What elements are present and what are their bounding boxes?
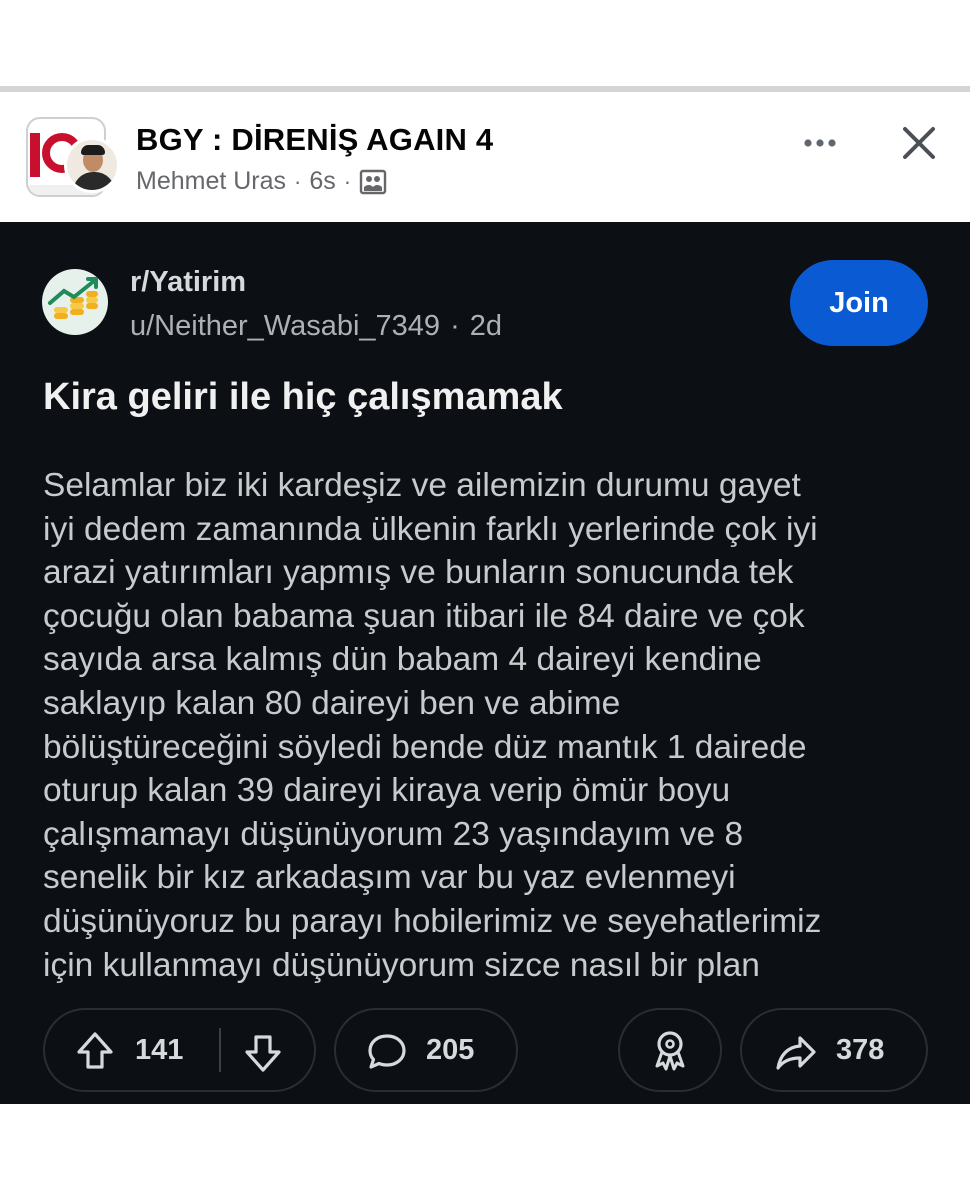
downvote-icon[interactable] — [243, 1032, 283, 1074]
award-icon — [655, 1031, 685, 1071]
join-button[interactable]: Join — [790, 260, 928, 346]
reddit-post-card: r/Yatirim u/Neither_Wasabi_7349 · 2d Joi… — [0, 222, 970, 1104]
subreddit-name[interactable]: r/Yatirim — [130, 266, 246, 299]
vote-control: 141 — [43, 1008, 316, 1092]
post-body-line: oturup kalan 39 daireyi kiraya verip ömü… — [43, 772, 731, 810]
post-body-line: Selamlar biz iki kardeşiz ve ailemizin d… — [43, 467, 801, 504]
share-icon — [776, 1036, 816, 1070]
story-author[interactable]: Mehmet Uras — [136, 167, 286, 196]
meta-separator: · — [450, 310, 460, 342]
story-avatar-group[interactable] — [26, 117, 122, 197]
story-header: BGY : DİRENİŞ AGAIN 4 Mehmet Uras · 6s · — [0, 92, 970, 220]
share-button[interactable]: 378 — [740, 1008, 928, 1092]
more-options-icon[interactable] — [800, 128, 840, 158]
post-meta: u/Neither_Wasabi_7349 · 2d — [130, 310, 502, 343]
post-body-line: çocuğu olan babama şuan itibari ile 84 d… — [43, 597, 805, 635]
post-body-line: çalışmamayı düşünüyorum 23 yaşındayım ve… — [43, 815, 744, 853]
gallery-icon — [359, 169, 387, 194]
page: BGY : DİRENİŞ AGAIN 4 Mehmet Uras · 6s · — [0, 0, 970, 1200]
story-meta: Mehmet Uras · 6s · — [136, 167, 387, 196]
comments-button[interactable]: 205 — [334, 1008, 518, 1092]
user-avatar — [64, 137, 120, 193]
post-title[interactable]: Kira geliri ile hiç çalışmamak — [43, 376, 563, 419]
vote-divider — [219, 1028, 221, 1072]
upvote-icon[interactable] — [75, 1030, 115, 1072]
upvote-count: 141 — [135, 1034, 184, 1066]
post-body-line: düşünüyoruz bu parayı hobilerimiz ve sey… — [43, 902, 822, 940]
meta-separator: · — [343, 168, 352, 194]
post-body: Selamlar biz iki kardeşiz ve ailemizin d… — [43, 464, 933, 987]
post-body-line: saklayıp kalan 80 daireyi ben ve abime — [43, 684, 621, 722]
post-body-line: senelik bir kız arkadaşım var bu yaz evl… — [43, 859, 736, 897]
comment-icon — [368, 1034, 406, 1069]
post-body-line: sayıda arsa kalmış dün babam 4 daireyi k… — [43, 641, 762, 679]
comment-count: 205 — [426, 1034, 475, 1066]
post-age: 2d — [469, 310, 503, 342]
post-username[interactable]: u/Neither_Wasabi_7349 — [130, 310, 440, 343]
story-title[interactable]: BGY : DİRENİŞ AGAIN 4 — [136, 122, 493, 158]
subreddit-avatar[interactable] — [42, 269, 108, 335]
close-icon[interactable] — [898, 122, 940, 164]
post-body-line: için kullanmayı düşünüyorum sizce nasıl … — [43, 946, 760, 984]
post-body-line: arazi yatırımları yapmış ve bunların son… — [43, 554, 794, 592]
story-time: 6s — [309, 167, 336, 195]
share-count: 378 — [836, 1034, 885, 1066]
meta-separator: · — [294, 168, 302, 194]
stocks-icon — [48, 277, 98, 319]
post-body-line: bölüştüreceğini söyledi bende düz mantık… — [43, 728, 807, 766]
post-body-line: iyi dedem zamanında ülkenin farklı yerle… — [43, 510, 818, 548]
award-button[interactable] — [618, 1008, 722, 1092]
